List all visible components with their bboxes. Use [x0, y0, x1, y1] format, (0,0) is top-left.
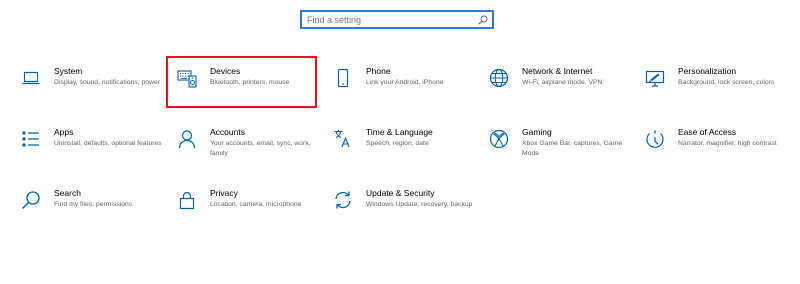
search-icon[interactable]	[478, 15, 488, 25]
phone-icon	[332, 67, 354, 89]
keyboard-speaker-icon	[176, 67, 198, 89]
settings-tile-gaming[interactable]: Gaming Xbox Game Bar, captures, Game Mod…	[488, 127, 634, 158]
tile-title: Accounts	[210, 127, 245, 137]
settings-tile-devices[interactable]: Devices Bluetooth, printers, mouse	[176, 66, 322, 89]
settings-tile-ease-of-access[interactable]: Ease of Access Narrator, magnifier, high…	[644, 127, 790, 150]
tile-title: Gaming	[522, 127, 552, 137]
settings-tile-privacy[interactable]: Privacy Location, camera, microphone	[176, 188, 322, 211]
tile-title: Ease of Access	[678, 127, 737, 137]
apps-list-icon	[20, 128, 42, 150]
tile-title: Privacy	[210, 188, 238, 198]
tile-description: Background, lock screen, colors	[678, 79, 775, 86]
tile-description: Bluetooth, printers, mouse	[210, 79, 290, 86]
tile-title: Apps	[54, 127, 74, 137]
settings-tile-system[interactable]: System Display, sound, notifications, po…	[20, 66, 166, 89]
tile-title: Update & Security	[366, 188, 435, 198]
settings-home: System Display, sound, notifications, po…	[0, 0, 800, 284]
tile-title: Personalization	[678, 66, 737, 76]
settings-tile-personalization[interactable]: Personalization Background, lock screen,…	[644, 66, 790, 89]
tile-description: Display, sound, notifications, power	[54, 79, 161, 86]
ease-of-access-icon	[644, 128, 666, 150]
tile-title: Devices	[210, 66, 241, 76]
sync-icon	[332, 189, 354, 211]
settings-tile-network[interactable]: Network & Internet Wi-Fi, airplane mode,…	[488, 66, 634, 89]
tile-description: Find my files, permissions	[54, 201, 133, 208]
settings-tile-accounts[interactable]: Accounts Your accounts, email, sync, wor…	[176, 127, 322, 158]
tile-description: Link your Android, iPhone	[366, 79, 444, 86]
tile-description: Windows Update, recovery, backup	[366, 201, 473, 208]
person-icon	[176, 128, 198, 150]
tile-title: System	[54, 66, 83, 76]
search-icon	[20, 189, 42, 211]
settings-tile-phone[interactable]: Phone Link your Android, iPhone	[332, 66, 478, 89]
tile-description: Your accounts, email, sync, work, family	[210, 140, 311, 157]
tile-title: Search	[54, 188, 81, 198]
laptop-icon	[20, 67, 42, 89]
tile-description: Narrator, magnifier, high contrast	[678, 140, 777, 147]
tile-description: Xbox Game Bar, captures, Game Mode	[522, 140, 623, 157]
search-box[interactable]	[300, 10, 494, 29]
globe-icon	[488, 67, 510, 89]
tile-description: Uninstall, defaults, optional features	[54, 140, 162, 147]
tile-description: Wi-Fi, airplane mode, VPN	[522, 79, 603, 86]
tile-title: Time & Language	[366, 127, 433, 137]
settings-tile-apps[interactable]: Apps Uninstall, defaults, optional featu…	[20, 127, 166, 150]
settings-tile-update-security[interactable]: Update & Security Windows Update, recove…	[332, 188, 478, 211]
tile-description: Location, camera, microphone	[210, 201, 302, 208]
tile-title: Phone	[366, 66, 391, 76]
time-language-icon	[332, 128, 354, 150]
tile-description: Speech, region, date	[366, 140, 429, 147]
tile-title: Network & Internet	[522, 66, 593, 76]
monitor-brush-icon	[644, 67, 666, 89]
search-input[interactable]	[307, 12, 478, 27]
xbox-icon	[488, 128, 510, 150]
settings-tile-search[interactable]: Search Find my files, permissions	[20, 188, 166, 211]
lock-icon	[176, 189, 198, 211]
settings-tile-time-language[interactable]: Time & Language Speech, region, date	[332, 127, 478, 150]
